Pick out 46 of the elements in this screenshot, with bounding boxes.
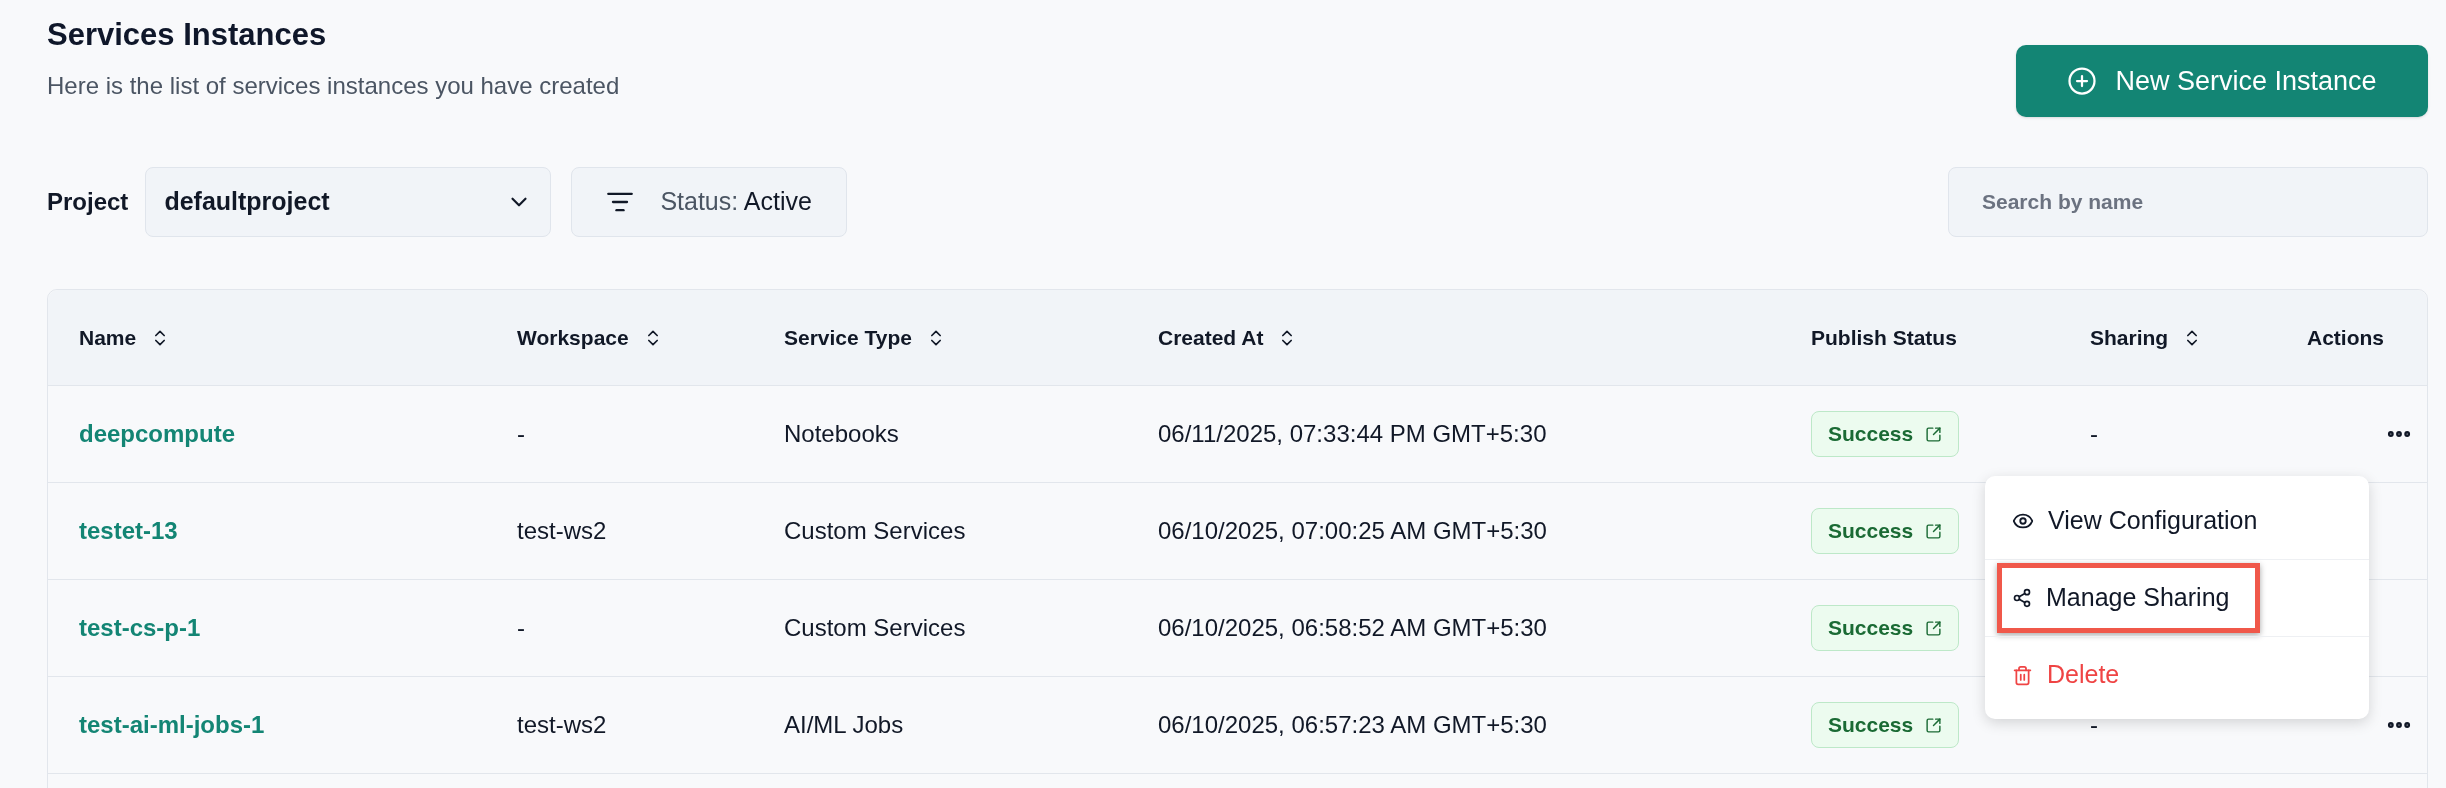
project-label: Project: [47, 187, 129, 217]
table-cell: -: [2090, 711, 2098, 738]
status-badge[interactable]: Success: [1811, 605, 1960, 651]
external-link-icon: [1925, 619, 1943, 637]
status-badge[interactable]: Success: [1811, 702, 1960, 748]
status-badge[interactable]: Success: [1811, 508, 1960, 554]
page-title: Services Instances: [47, 16, 328, 54]
menu-item[interactable]: Delete: [1997, 640, 2151, 710]
table-cell-text: Custom Services: [784, 516, 967, 546]
table-cell-text: 06/10/2025, 07:00:25 AM GMT+5:30: [1158, 516, 1548, 546]
external-link-icon: [1925, 425, 1943, 443]
menu-item[interactable]: Manage Sharing: [1997, 563, 2261, 633]
column-header[interactable]: Service Type: [784, 321, 1158, 354]
table-cell-text: test-ws2: [517, 516, 608, 546]
table-cell: -: [2090, 420, 2098, 447]
project-dropdown[interactable]: defaultproject: [145, 167, 552, 237]
column-header[interactable]: Workspace: [517, 321, 784, 354]
search-field[interactable]: Search by name: [1948, 167, 2428, 237]
column-header[interactable]: Created At: [1158, 321, 1811, 354]
menu-item[interactable]: View Configuration: [1997, 485, 2289, 556]
status-badge[interactable]: Success: [1811, 411, 1960, 457]
column-header[interactable]: Name: [79, 321, 517, 354]
table-cell-text: -: [517, 613, 526, 643]
new-service-instance-button[interactable]: New Service Instance: [2016, 45, 2428, 117]
plus-circle-icon: [2067, 66, 2098, 96]
column-header[interactable]: Sharing: [2090, 321, 2307, 354]
table-cell-text: AI/ML Jobs: [784, 710, 905, 740]
table-cell-text: Notebooks: [784, 419, 900, 449]
instance-name-link[interactable]: deepcompute: [79, 416, 517, 452]
table-cell-text: Custom Services: [784, 613, 967, 643]
table-cell-text: test-ws2: [517, 710, 608, 740]
table-cell-text: 06/10/2025, 06:58:52 AM GMT+5:30: [1158, 613, 1548, 643]
table-cell-text: 06/10/2025, 06:57:23 AM GMT+5:30: [1158, 710, 1548, 740]
status-filter-button[interactable]: Status: Active: [571, 167, 847, 237]
table-cell-text: 06/11/2025, 07:33:44 PM GMT+5:30: [1158, 419, 1548, 449]
page-subtitle: Here is the list of services instances you have created: [47, 71, 620, 101]
instance-name-link[interactable]: test-cs-p-1: [79, 610, 517, 646]
instance-name-link[interactable]: test-ai-ml-jobs-1: [79, 707, 517, 743]
column-header: Publish Status: [1811, 324, 1958, 351]
column-header: Actions: [2307, 324, 2385, 351]
external-link-icon: [1925, 716, 1943, 734]
external-link-icon: [1925, 522, 1943, 540]
trash-icon: [2012, 664, 2033, 686]
instance-name-link[interactable]: testet-13: [79, 513, 517, 549]
table-cell-text: -: [517, 419, 526, 449]
share-icon: [2012, 588, 2032, 608]
